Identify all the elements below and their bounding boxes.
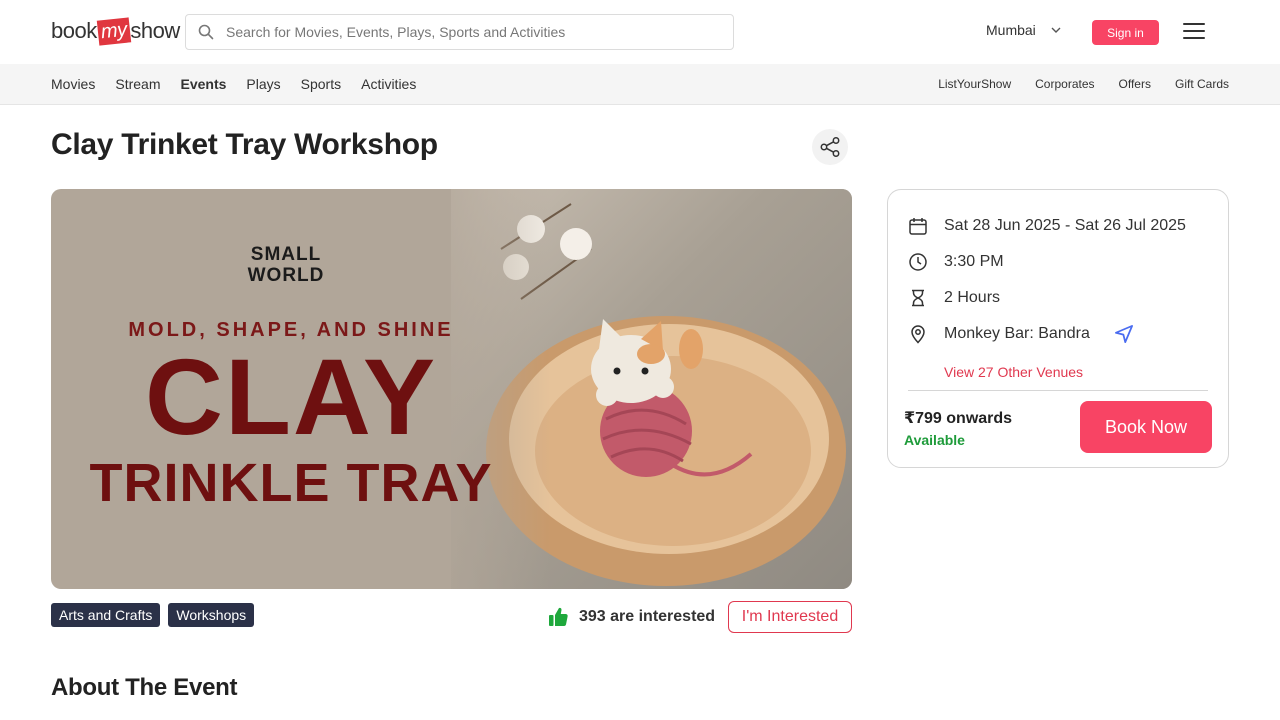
- search-input[interactable]: [226, 24, 706, 40]
- ticket-price: ₹799 onwards: [904, 410, 1013, 427]
- sign-in-button[interactable]: Sign in: [1092, 20, 1159, 45]
- share-icon: [820, 137, 840, 157]
- venue-row[interactable]: Monkey Bar: Bandra: [908, 324, 1134, 344]
- nav-item-activities[interactable]: Activities: [361, 76, 416, 92]
- event-time: 3:30 PM: [944, 253, 1004, 270]
- duration-row: 2 Hours: [908, 288, 1000, 308]
- event-venue: Monkey Bar: Bandra: [944, 325, 1090, 342]
- category-nav: Movies Stream Events Plays Sports Activi…: [0, 64, 1280, 105]
- nav-right: ListYourShow Corporates Offers Gift Card…: [938, 64, 1229, 104]
- book-now-button[interactable]: Book Now: [1080, 401, 1212, 453]
- event-title: Clay Trinket Tray Workshop: [51, 128, 438, 161]
- share-button[interactable]: [812, 129, 848, 165]
- nav-item-offers[interactable]: Offers: [1119, 77, 1151, 91]
- navigate-arrow-icon[interactable]: [1114, 324, 1134, 344]
- nav-item-events[interactable]: Events: [180, 76, 226, 92]
- city-name: Mumbai: [986, 22, 1036, 38]
- event-dates: Sat 28 Jun 2025 - Sat 26 Jul 2025: [944, 217, 1186, 234]
- calendar-icon: [909, 218, 927, 235]
- brand-line-2: WORLD: [247, 265, 325, 286]
- search-bar[interactable]: [185, 14, 734, 50]
- hourglass-icon: [912, 289, 924, 307]
- city-selector[interactable]: Mumbai: [986, 22, 1062, 38]
- nav-item-gift-cards[interactable]: Gift Cards: [1175, 77, 1229, 91]
- hamburger-menu-icon[interactable]: [1183, 23, 1205, 39]
- other-venues-link[interactable]: View 27 Other Venues: [944, 364, 1083, 380]
- banner-subheadline: TRINKLE TRAY: [89, 453, 493, 513]
- event-details-card: Sat 28 Jun 2025 - Sat 26 Jul 2025 3:30 P…: [887, 189, 1229, 468]
- location-pin-icon: [911, 325, 925, 344]
- tag-workshops[interactable]: Workshops: [168, 603, 255, 627]
- logo-text-my: my: [96, 16, 131, 46]
- nav-item-sports[interactable]: Sports: [301, 76, 341, 92]
- interest-count-text: 393 are interested: [579, 607, 716, 625]
- nav-item-plays[interactable]: Plays: [246, 76, 280, 92]
- nav-item-stream[interactable]: Stream: [115, 76, 160, 92]
- nav-item-corporates[interactable]: Corporates: [1035, 77, 1094, 91]
- tag-arts-and-crafts[interactable]: Arts and Crafts: [51, 603, 161, 627]
- event-banner-image: SMALL WORLD MOLD, SHAPE, AND SHINE CLAY …: [51, 189, 852, 589]
- im-interested-button[interactable]: I'm Interested: [728, 601, 852, 633]
- nav-item-listyourshow[interactable]: ListYourShow: [938, 77, 1011, 91]
- logo-text-book: book: [51, 18, 97, 43]
- event-tags: Arts and Crafts Workshops: [51, 603, 255, 627]
- site-header: bookmyshow Mumbai Sign in: [0, 0, 1280, 64]
- interest-count: 393 are interested: [548, 606, 715, 627]
- nav-left: Movies Stream Events Plays Sports Activi…: [51, 64, 416, 104]
- chevron-down-icon: [1051, 27, 1061, 33]
- brand-line-1: SMALL: [250, 244, 322, 265]
- card-divider: [908, 390, 1208, 391]
- time-row: 3:30 PM: [908, 252, 1004, 272]
- date-row: Sat 28 Jun 2025 - Sat 26 Jul 2025: [908, 216, 1186, 236]
- bookmyshow-logo[interactable]: book my show: [51, 14, 180, 48]
- search-icon: [198, 24, 214, 40]
- small-world-logo: SMALL WORLD: [246, 244, 326, 286]
- event-duration: 2 Hours: [944, 289, 1001, 306]
- logo-text-show: show: [130, 18, 180, 43]
- availability-status: Available: [904, 432, 965, 448]
- thumbs-up-icon: [549, 607, 568, 626]
- about-heading: About The Event: [51, 674, 238, 701]
- clock-icon: [909, 253, 927, 271]
- nav-item-movies[interactable]: Movies: [51, 76, 95, 92]
- banner-headline: CLAY: [144, 336, 438, 457]
